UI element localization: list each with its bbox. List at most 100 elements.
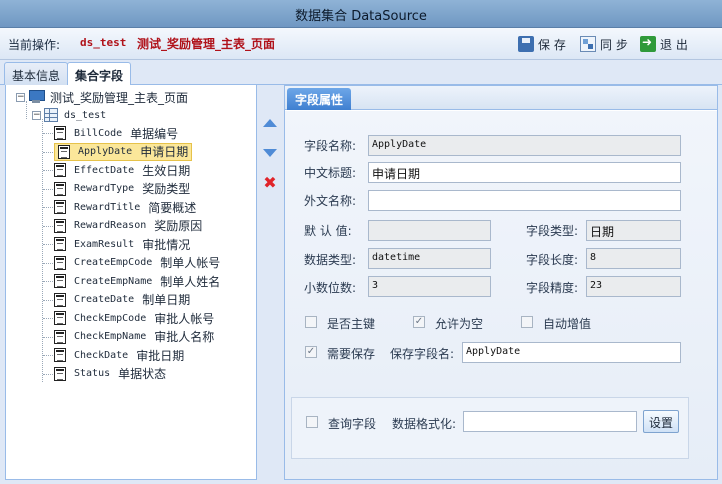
tree-field-name: 制单人姓名 xyxy=(160,274,221,289)
field-icon xyxy=(54,311,66,325)
tab-dataset-fields[interactable]: 集合字段 xyxy=(67,62,132,86)
sync-button[interactable]: 同 步 xyxy=(580,33,628,55)
properties-form: 字段名称: ApplyDate 中文标题: 申请日期 外文名称: 默 认 值: … xyxy=(285,111,717,479)
field-length-input[interactable]: 8 xyxy=(586,248,681,269)
save-field-name-input[interactable]: ApplyDate xyxy=(462,342,681,363)
tree-field-name: 单据状态 xyxy=(118,367,167,381)
tree-field-item-content: CreateEmpName 制单人姓名 xyxy=(54,273,220,290)
tree-field-item-content: CreateEmpCode 制单人帐号 xyxy=(54,254,220,271)
window-title: 数据集合 DataSource xyxy=(295,9,427,24)
move-down-button[interactable] xyxy=(262,145,278,161)
tree-field-item[interactable]: CheckDate 审批日期 xyxy=(54,346,184,364)
query-settings-group: 查询字段 数据格式化: 设置 xyxy=(291,397,689,459)
sync-icon xyxy=(580,36,596,52)
collapse-icon[interactable]: − xyxy=(32,110,41,120)
field-icon xyxy=(54,200,66,214)
tree-field-code: CreateDate xyxy=(74,294,135,305)
tree-field-code: RewardReason xyxy=(74,220,147,231)
tree-field-name: 单据编号 xyxy=(130,126,179,141)
auto-increment-checkbox[interactable] xyxy=(521,316,533,328)
precision-input[interactable]: 23 xyxy=(586,276,681,297)
tree-field-item[interactable]: CreateEmpName 制单人姓名 xyxy=(54,272,220,290)
arrow-down-icon xyxy=(263,149,277,157)
computer-icon xyxy=(28,90,45,104)
data-type-input[interactable]: datetime xyxy=(368,248,491,269)
tree-field-item[interactable]: CreateDate 制单日期 xyxy=(54,291,190,309)
tree-dataset-node[interactable]: − ds_test xyxy=(32,106,106,124)
tree-field-name: 奖励类型 xyxy=(142,182,191,196)
tree-field-code: RewardTitle xyxy=(74,201,141,213)
tree-field-name: 制单日期 xyxy=(142,293,191,307)
decimal-places-input[interactable]: 3 xyxy=(368,276,491,297)
default-value-input[interactable] xyxy=(368,220,491,241)
field-icon xyxy=(58,144,70,159)
exit-icon xyxy=(640,35,656,52)
delete-icon: ✖ xyxy=(263,173,277,192)
allow-null-checkbox[interactable]: ✓ xyxy=(413,316,425,328)
format-settings-button[interactable]: 设置 xyxy=(643,410,680,433)
tree-root-node[interactable]: − 测试_奖励管理_主表_页面 xyxy=(16,88,188,106)
field-icon xyxy=(54,237,66,251)
window-titlebar: 数据集合 DataSource xyxy=(0,0,722,28)
tree-field-name: 审批情况 xyxy=(142,237,191,252)
save-field-name-label: 保存字段名: xyxy=(390,347,455,361)
tree-root-label: 测试_奖励管理_主表_页面 xyxy=(50,90,189,105)
need-save-checkbox[interactable]: ✓ xyxy=(305,346,317,358)
field-icon xyxy=(54,163,66,177)
tree-field-item[interactable]: RewardTitle 简要概述 xyxy=(54,198,196,216)
save-button[interactable]: 保 存 xyxy=(518,33,566,55)
tree-field-item[interactable]: CheckEmpName 审批人名称 xyxy=(54,328,214,346)
allow-null-label: 允许为空 xyxy=(435,317,484,331)
cn-title-input[interactable]: 申请日期 xyxy=(368,162,681,183)
current-operation-label: 当前操作: xyxy=(8,38,61,52)
table-icon xyxy=(44,108,58,122)
tab-field-properties[interactable]: 字段属性 xyxy=(287,88,352,110)
save-icon xyxy=(518,36,534,52)
field-icon xyxy=(54,218,66,233)
tree-field-code: BillCode xyxy=(74,127,123,139)
exit-button[interactable]: 退 出 xyxy=(640,33,688,55)
tree-field-item[interactable]: ExamResult 审批情况 xyxy=(54,235,190,253)
tree-field-item[interactable]: EffectDate 生效日期 xyxy=(54,161,190,179)
delete-button[interactable]: ✖ xyxy=(262,175,278,191)
query-field-checkbox[interactable] xyxy=(306,416,318,428)
tree-field-code: ApplyDate xyxy=(78,146,133,157)
foreign-name-input[interactable] xyxy=(368,190,681,211)
tree-field-item-content: CheckEmpCode 审批人帐号 xyxy=(54,310,214,327)
save-button-label: 保 存 xyxy=(538,37,566,52)
move-up-button[interactable] xyxy=(262,115,278,131)
field-type-input[interactable]: 日期 xyxy=(586,220,681,241)
tab-basic-info[interactable]: 基本信息 xyxy=(4,62,69,85)
field-icon xyxy=(54,126,66,140)
tree-field-item[interactable]: CreateEmpCode 制单人帐号 xyxy=(54,254,220,272)
tree-field-name: 奖励原因 xyxy=(154,219,203,233)
tree-field-code: Status xyxy=(74,368,111,379)
exit-button-label: 退 出 xyxy=(660,37,688,52)
field-icon xyxy=(54,348,66,362)
tree-field-item[interactable]: RewardType 奖励类型 xyxy=(54,180,190,198)
properties-tabbar: 字段属性 xyxy=(285,86,717,110)
decimal-places-label: 小数位数: xyxy=(304,281,357,295)
cn-title-label: 中文标题: xyxy=(304,166,357,180)
field-type-label: 字段类型: xyxy=(526,224,579,238)
tree-field-item-content: CheckDate 审批日期 xyxy=(54,347,184,364)
tree-field-item[interactable]: ApplyDate 申请日期 xyxy=(54,142,193,161)
foreign-name-label: 外文名称: xyxy=(304,194,357,208)
auto-increment-label: 自动增值 xyxy=(543,317,592,331)
tree-field-code: RewardType xyxy=(74,183,135,194)
primary-key-checkbox[interactable] xyxy=(305,316,317,328)
data-format-input[interactable] xyxy=(463,411,637,432)
tree-field-item[interactable]: RewardReason 奖励原因 xyxy=(54,217,202,235)
collapse-icon[interactable]: − xyxy=(16,92,25,102)
field-name-input[interactable]: ApplyDate xyxy=(368,135,681,156)
current-operation-code: ds_test xyxy=(80,36,127,49)
tree-field-item-content: RewardTitle 简要概述 xyxy=(54,199,196,216)
field-name-label: 字段名称: xyxy=(304,139,357,153)
tree-field-item[interactable]: CheckEmpCode 审批人帐号 xyxy=(54,309,214,327)
field-icon xyxy=(54,274,66,288)
data-type-label: 数据类型: xyxy=(304,253,357,267)
tree-field-name: 制单人帐号 xyxy=(160,256,221,270)
tree-field-item[interactable]: Status 单据状态 xyxy=(54,365,166,383)
tree-field-item[interactable]: BillCode 单据编号 xyxy=(54,124,178,142)
toolbar: 当前操作: ds_test 测试_奖励管理_主表_页面 保 存 同 步 退 出 xyxy=(0,28,722,60)
